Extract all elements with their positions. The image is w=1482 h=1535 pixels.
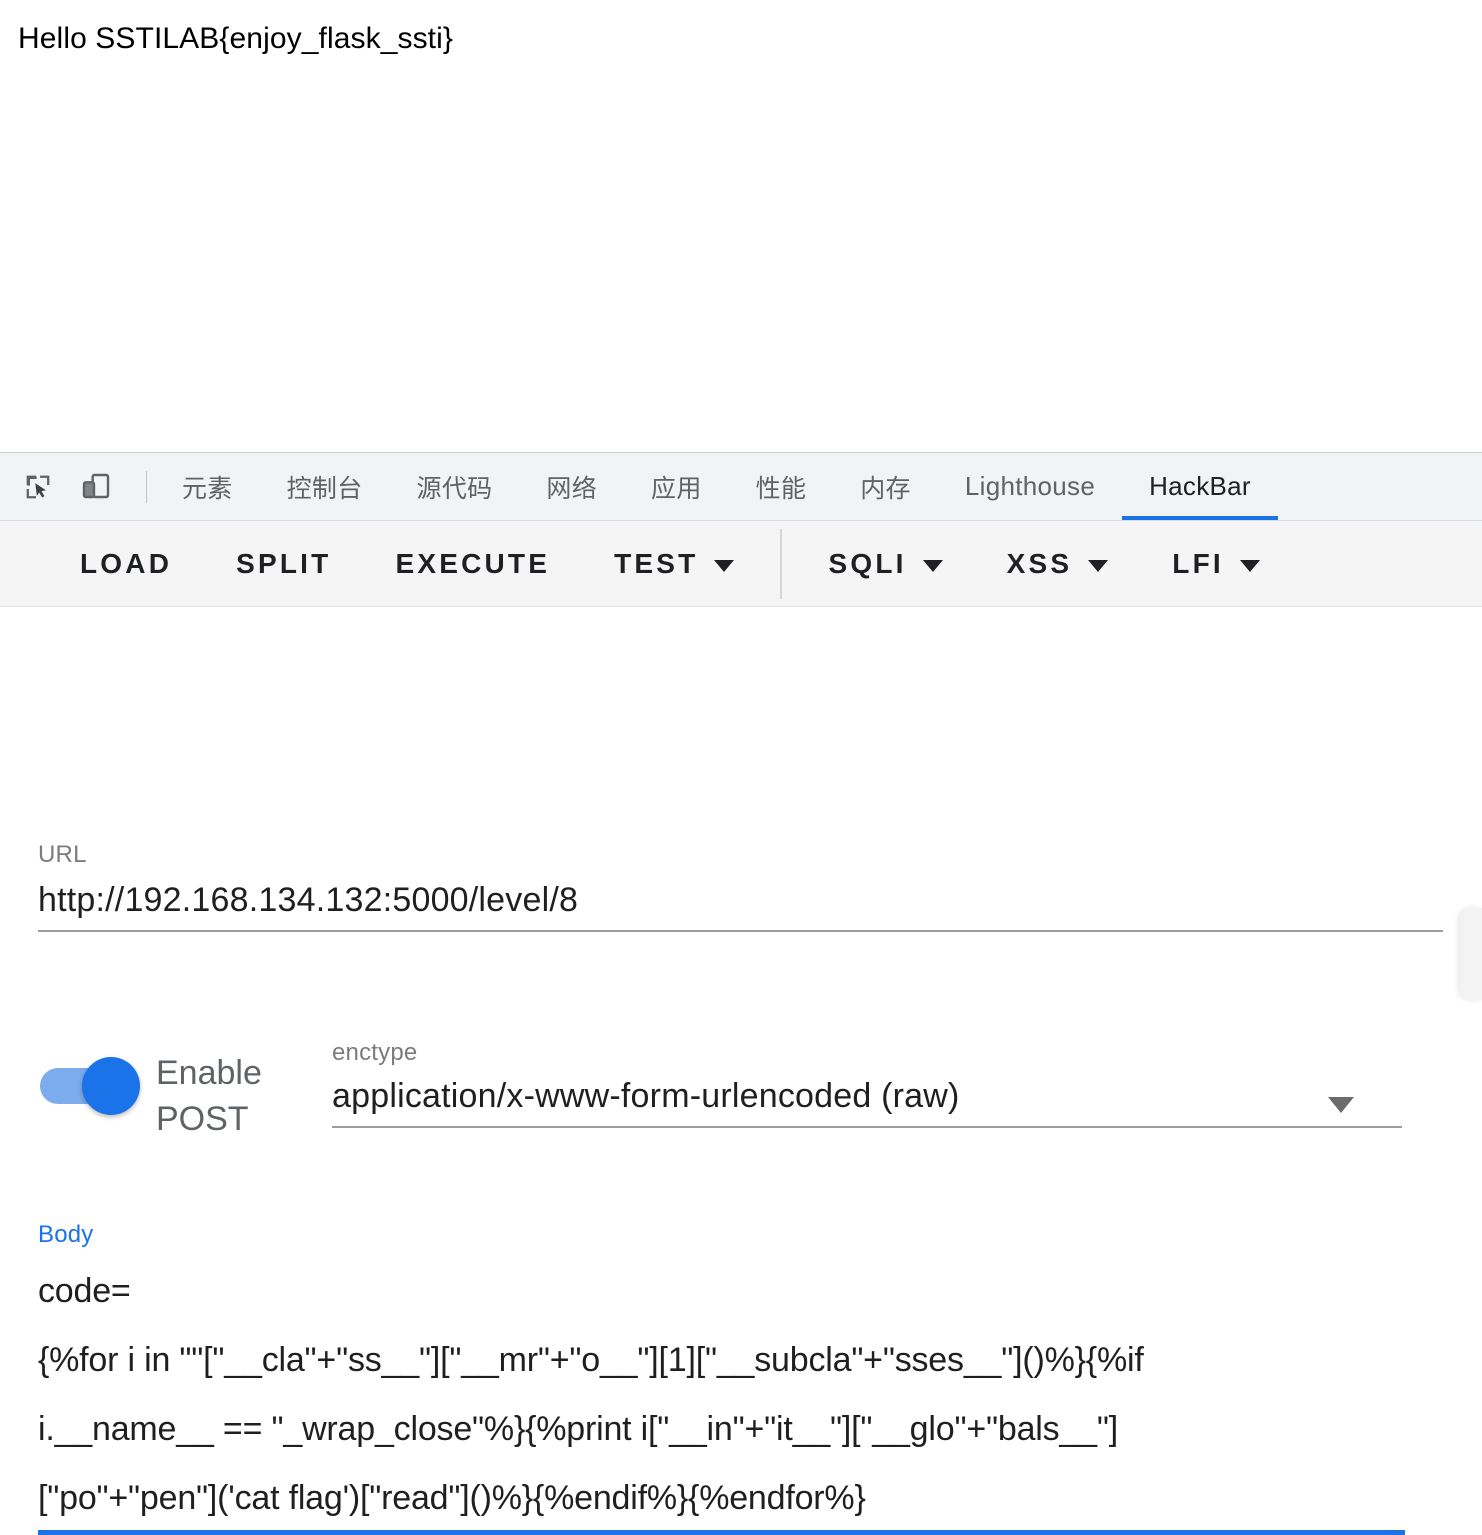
device-toolbar-icon[interactable] [74, 465, 118, 509]
enctype-label: enctype [332, 1039, 418, 1066]
chevron-down-icon [1239, 559, 1260, 572]
split-button-label: SPLIT [236, 547, 332, 579]
tab-hackbar[interactable]: HackBar [1122, 453, 1278, 520]
url-field[interactable]: URL http://192.168.134.132:5000/level/8 [38, 841, 1443, 932]
url-field-label: URL [38, 841, 87, 868]
devtools-tab-list: 元素 控制台 源代码 网络 应用 性能 内存 Lighthouse HackBa… [155, 453, 1482, 520]
tab-elements[interactable]: 元素 [155, 453, 260, 520]
browser-page-viewport: Hello SSTILAB{enjoy_flask_ssti} [0, 0, 1482, 452]
toolbar-divider [146, 471, 147, 503]
page-response-text: Hello SSTILAB{enjoy_flask_ssti} [18, 22, 453, 55]
tab-network[interactable]: 网络 [519, 453, 624, 520]
hackbar-body: URL http://192.168.134.132:5000/level/8 … [0, 607, 1482, 1535]
body-field[interactable]: Body code= {%for i in ""["__cla"+"ss__"]… [38, 1221, 1443, 1535]
test-menu-label: TEST [614, 547, 699, 579]
post-options-row: Enable POST enctype application/x-www-fo… [38, 1039, 1443, 1159]
tab-sources[interactable]: 源代码 [390, 453, 520, 520]
body-field-label: Body [38, 1221, 94, 1248]
chevron-down-icon [714, 559, 735, 572]
enable-post-toggle[interactable] [38, 1057, 146, 1115]
devtools-panel: 元素 控制台 源代码 网络 应用 性能 内存 Lighthouse HackBa… [0, 452, 1482, 1535]
chevron-down-icon [1088, 559, 1109, 572]
toolbar-group-divider [780, 528, 783, 599]
tab-lighthouse[interactable]: Lighthouse [938, 453, 1122, 520]
body-textarea[interactable]: code= {%for i in ""["__cla"+"ss__"]["__m… [38, 1257, 1443, 1533]
enctype-select[interactable]: enctype application/x-www-form-urlencode… [332, 1039, 1402, 1128]
enctype-underline [332, 1126, 1402, 1128]
xss-menu-button[interactable]: XSS [975, 521, 1141, 606]
chevron-down-icon [922, 559, 943, 572]
tab-memory[interactable]: 内存 [833, 453, 938, 520]
url-field-underline [38, 930, 1443, 932]
tab-application[interactable]: 应用 [624, 453, 729, 520]
enctype-value[interactable]: application/x-www-form-urlencoded (raw) [332, 1077, 1402, 1116]
enable-post-label: Enable POST [156, 1054, 262, 1138]
sqli-menu-button[interactable]: SQLI [796, 521, 974, 606]
execute-button[interactable]: EXECUTE [363, 521, 582, 606]
execute-button-label: EXECUTE [395, 547, 551, 579]
load-button[interactable]: LOAD [0, 521, 204, 606]
panel-scroll-overlay[interactable] [1460, 908, 1482, 1000]
test-menu-button[interactable]: TEST [582, 521, 766, 606]
load-button-label: LOAD [80, 547, 173, 579]
devtools-tabstrip: 元素 控制台 源代码 网络 应用 性能 内存 Lighthouse HackBa… [0, 453, 1482, 521]
inspect-element-icon[interactable] [16, 465, 60, 509]
lfi-menu-button[interactable]: LFI [1140, 521, 1292, 606]
devtools-tool-icons [0, 453, 155, 520]
toggle-knob [82, 1057, 140, 1115]
chevron-down-icon[interactable] [1328, 1097, 1354, 1113]
url-input[interactable]: http://192.168.134.132:5000/level/8 [38, 881, 1443, 920]
lfi-menu-label: LFI [1172, 547, 1224, 579]
tab-performance[interactable]: 性能 [729, 453, 834, 520]
hackbar-toolbar: LOAD SPLIT EXECUTE TEST SQLI XSS LFI [0, 521, 1482, 607]
xss-menu-label: XSS [1006, 547, 1073, 579]
tab-console[interactable]: 控制台 [260, 453, 390, 520]
sqli-menu-label: SQLI [828, 547, 907, 579]
body-field-underline-focused [38, 1530, 1405, 1535]
split-button[interactable]: SPLIT [204, 521, 363, 606]
